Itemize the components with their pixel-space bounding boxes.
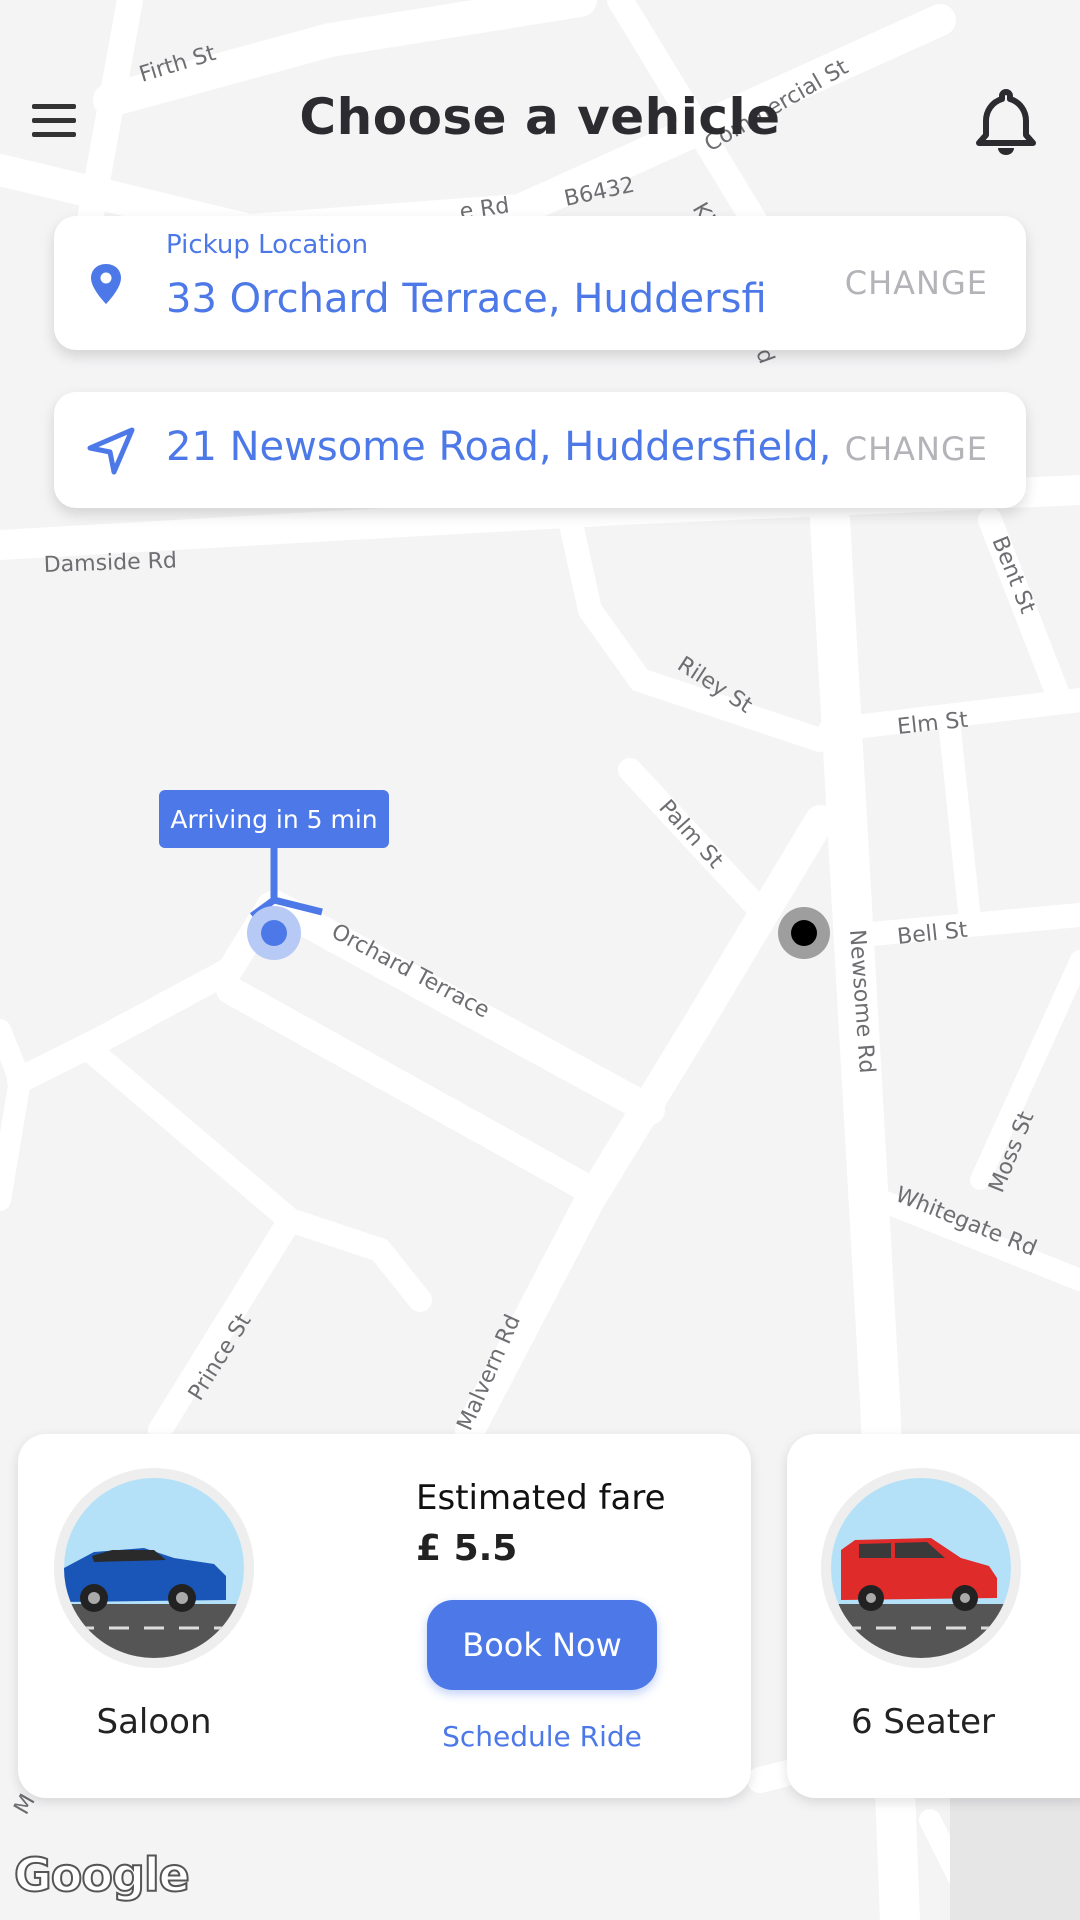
vehicle-name: Saloon <box>96 1702 212 1742</box>
bell-icon <box>976 89 1036 155</box>
vehicle-image-frame <box>821 1468 1021 1668</box>
saloon-car-image <box>64 1478 244 1658</box>
book-now-button[interactable]: Book Now <box>427 1600 657 1690</box>
vehicle-card-6-seater[interactable]: 6 Seater <box>787 1434 1080 1798</box>
pickup-address: 33 Orchard Terrace, Huddersfi <box>166 276 767 322</box>
app-header: Choose a vehicle <box>0 0 1080 220</box>
vehicle-card-saloon[interactable]: Saloon Estimated fare £ 5.5 Book Now Sch… <box>18 1434 751 1798</box>
pickup-change-button[interactable]: CHANGE <box>845 264 988 302</box>
vehicle-image-frame <box>54 1468 254 1668</box>
destination-change-button[interactable]: CHANGE <box>845 430 988 468</box>
pickup-location-card[interactable]: Pickup Location 33 Orchard Terrace, Hudd… <box>54 216 1026 350</box>
destination-marker <box>778 907 830 959</box>
navigation-arrow-icon <box>87 427 135 475</box>
road-label-damside: Damside Rd <box>43 548 177 578</box>
destination-address: 21 Newsome Road, Huddersfield, <box>166 424 832 470</box>
schedule-ride-link[interactable]: Schedule Ride <box>427 1720 657 1753</box>
page-title: Choose a vehicle <box>299 88 781 146</box>
pickup-label: Pickup Location <box>166 230 369 260</box>
vehicle-name: 6 Seater <box>850 1702 995 1742</box>
fare-value: £ 5.5 <box>416 1528 518 1569</box>
location-pin-icon <box>91 264 121 304</box>
arrival-badge: Arriving in 5 min <box>159 790 389 848</box>
notifications-button[interactable] <box>970 86 1042 158</box>
destination-card[interactable]: 21 Newsome Road, Huddersfield, CHANGE <box>54 392 1026 508</box>
google-attribution-logo: Google <box>13 1847 191 1903</box>
six-seater-car-image <box>831 1478 1011 1658</box>
fare-label: Estimated fare <box>416 1478 666 1518</box>
